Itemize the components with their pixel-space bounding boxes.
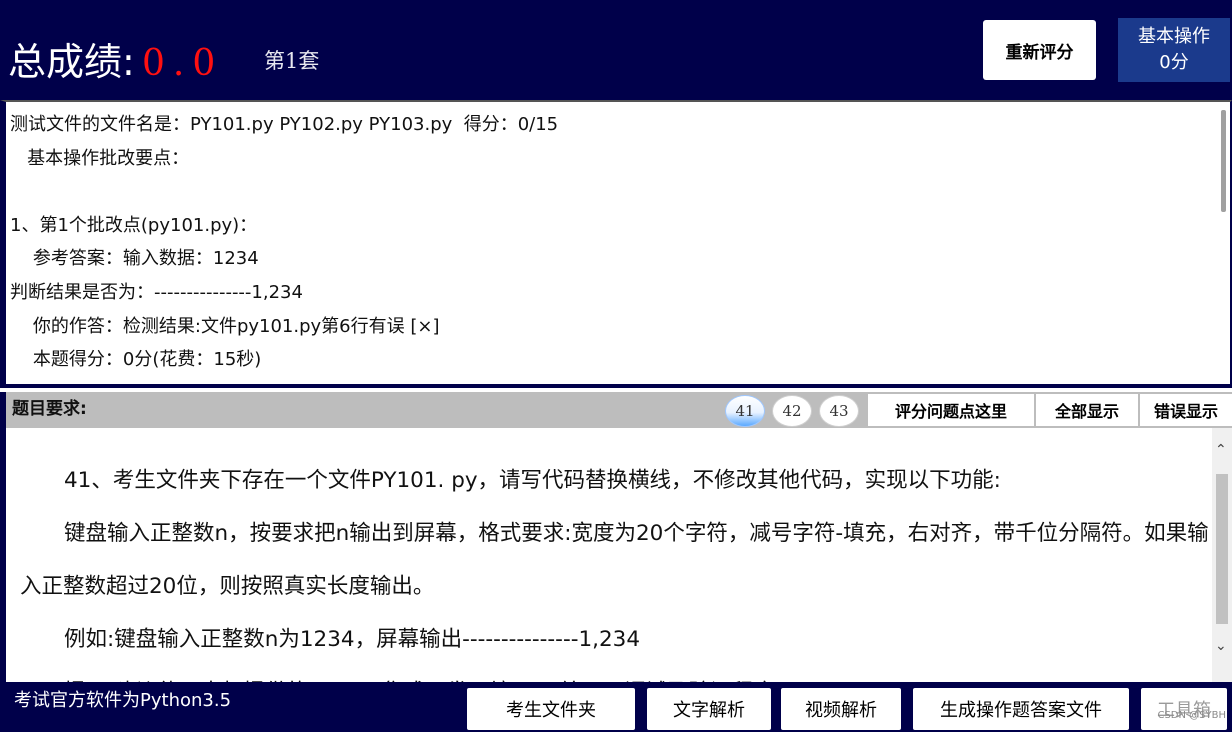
scroll-down-icon[interactable]: ⌄	[1215, 638, 1227, 654]
candidate-folder-button[interactable]: 考生文件夹	[467, 688, 635, 730]
csdn-watermark: CSDN @SYBH	[1157, 710, 1226, 721]
grading-result-panel: 测试文件的文件名是：PY101.py PY102.py PY103.py 得分：…	[0, 100, 1232, 388]
official-software-note: 考试官方软件为Python3.5	[14, 690, 232, 711]
generate-answer-file-button[interactable]: 生成操作题答案文件	[913, 688, 1129, 730]
result-line: 测试文件的文件名是：PY101.py PY102.py PY103.py 得分：…	[10, 114, 559, 135]
scroll-up-icon[interactable]: ⌃	[1215, 442, 1227, 458]
question-paragraph: 41、考生文件夹下存在一个文件PY101. py，请写代码替换横线，不修改其他代…	[64, 468, 1001, 493]
question-paragraph: 键盘输入正整数n，按要求把n输出到屏幕，格式要求:宽度为20个字符，减号字符-填…	[20, 521, 1209, 599]
bottom-toolbar: 考试官方软件为Python3.5 考生文件夹 文字解析 视频解析 生成操作题答案…	[0, 682, 1232, 732]
question-text: 41、考生文件夹下存在一个文件PY101. py，请写代码替换横线，不修改其他代…	[20, 454, 1216, 682]
result-scrollbar-thumb[interactable]	[1221, 110, 1226, 212]
exam-set-label: 第1套	[264, 49, 320, 73]
top-header: 总成绩: 0.0 第1套 重新评分 基本操作 0分	[0, 0, 1232, 100]
total-score-label: 总成绩:	[8, 40, 135, 84]
text-analysis-button[interactable]: 文字解析	[647, 688, 771, 730]
basic-operation-score-box: 基本操作 0分	[1118, 18, 1230, 82]
question-paragraph: 例如:键盘输入正整数n为1234，屏幕输出---------------1,23…	[64, 627, 641, 652]
toolbox-button[interactable]: 工具箱	[1141, 688, 1227, 730]
scoring-points-button[interactable]: 评分问题点这里	[868, 394, 1034, 426]
result-line: 基本操作批改要点：	[10, 147, 190, 169]
result-line: 本题得分：0分(花费：15秒)	[10, 349, 262, 371]
question-body: 41、考生文件夹下存在一个文件PY101. py，请写代码替换横线，不修改其他代…	[0, 428, 1232, 682]
rescore-button[interactable]: 重新评分	[983, 20, 1096, 80]
result-line: 你的作答：检测结果:文件py101.py第6行有误 [×]	[10, 315, 440, 337]
grading-result-text: 测试文件的文件名是：PY101.py PY102.py PY103.py 得分：…	[10, 108, 1210, 377]
question-requirements-title: 题目要求:	[12, 399, 87, 419]
question-number-41[interactable]: 41	[725, 395, 765, 427]
show-all-button[interactable]: 全部显示	[1036, 394, 1138, 426]
question-scrollbar[interactable]: ⌃ ⌄	[1212, 428, 1232, 682]
result-line: 参考答案：输入数据：1234	[10, 248, 259, 270]
result-scrollbar[interactable]	[1220, 104, 1228, 384]
question-number-42[interactable]: 42	[772, 395, 812, 427]
show-errors-button[interactable]: 错误显示	[1140, 394, 1232, 426]
result-line: 1、第1个批改点(py101.py)：	[10, 214, 258, 236]
question-header-bar: 题目要求: 41 42 43 评分问题点这里 全部显示 错误显示	[0, 392, 1232, 428]
result-line	[10, 175, 1210, 209]
basic-operation-score: 0分	[1159, 52, 1189, 73]
question-scrollbar-thumb[interactable]	[1216, 474, 1228, 624]
total-score-value: 0.0	[142, 43, 224, 84]
result-line: 判断结果是否为：---------------1,234	[10, 281, 303, 303]
basic-operation-title: 基本操作	[1138, 26, 1210, 47]
question-number-43[interactable]: 43	[819, 395, 859, 427]
question-paragraph: 提示:建议使用本机提供的Python集成开发环境IDLE编写、调试及验证程序。	[20, 666, 1216, 682]
video-analysis-button[interactable]: 视频解析	[781, 688, 901, 730]
